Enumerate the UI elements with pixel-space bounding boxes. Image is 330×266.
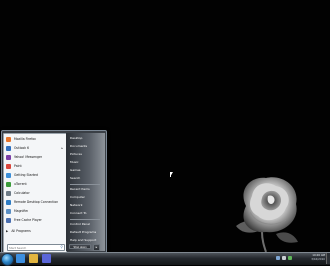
all-programs-button[interactable]: ▶ All Programs	[6, 228, 64, 234]
right-pane-item[interactable]: Pictures	[70, 151, 82, 157]
shutdown-options-arrow-icon[interactable]: ▸	[93, 244, 100, 251]
program-item[interactable]: uTorrent	[6, 181, 64, 188]
right-pane-item[interactable]: Games	[70, 167, 81, 173]
program-item[interactable]: Yahoo! Messenger	[6, 154, 64, 161]
menu-separator	[70, 219, 100, 220]
messenger-icon	[6, 155, 11, 160]
start-search-input[interactable]	[8, 245, 57, 250]
remote-desktop-icon	[6, 200, 11, 205]
right-pane-item[interactable]: Documents	[70, 143, 87, 149]
right-pane-item[interactable]: Connect To	[70, 210, 87, 216]
right-pane-item[interactable]: Control Panel	[70, 221, 90, 227]
right-pane-item[interactable]: Recent Items	[70, 186, 90, 192]
media-player-icon[interactable]	[42, 254, 51, 263]
program-item[interactable]: Outlook 6 ▸	[6, 145, 64, 152]
program-label: Free Cache Player	[14, 218, 42, 222]
paint-icon	[6, 164, 11, 169]
start-menu: Mozilla Firefox Outlook 6 ▸ Yahoo! Messenge…	[1, 130, 107, 254]
right-pane-item[interactable]: Help and Support	[70, 237, 96, 243]
arrow-right-icon: ▶	[6, 229, 9, 233]
magnifier-icon	[6, 209, 11, 214]
menu-separator	[70, 184, 100, 185]
submenu-arrow-icon[interactable]: ▸	[61, 146, 63, 151]
calculator-icon	[6, 191, 11, 196]
mouse-cursor	[170, 172, 173, 177]
program-label: Remote Desktop Connection	[14, 200, 59, 204]
shutdown-button[interactable]: Shut down	[69, 244, 91, 249]
network-icon[interactable]	[276, 256, 280, 260]
player-icon	[6, 218, 11, 223]
internet-explorer-icon[interactable]	[16, 254, 25, 263]
right-pane-item[interactable]: Default Programs	[70, 229, 96, 235]
windows-explorer-icon[interactable]	[29, 254, 38, 263]
outlook-icon	[6, 146, 11, 151]
program-label: Outlook 6	[14, 146, 29, 150]
taskbar: 10:26 AM 3/16/2010	[0, 252, 330, 266]
program-label: Paint	[14, 164, 22, 168]
search-icon[interactable]: ⚲	[61, 245, 63, 250]
program-item[interactable]: Mozilla Firefox	[6, 136, 64, 143]
program-item[interactable]: Free Cache Player	[6, 217, 64, 224]
program-label: Magnifier	[14, 209, 29, 213]
program-label: uTorrent	[14, 182, 27, 186]
right-pane-item[interactable]: Search	[70, 175, 80, 181]
start-menu-right-pane: Desktop Documents Pictures Music Games Search…	[66, 133, 105, 251]
utorrent-icon	[6, 182, 11, 187]
program-item[interactable]: Calculator	[6, 190, 64, 197]
all-programs-label: All Programs	[11, 228, 31, 233]
program-item[interactable]: Magnifier	[6, 208, 64, 215]
clock-date[interactable]: 3/16/2010	[311, 258, 325, 261]
right-pane-item[interactable]: Computer	[70, 194, 85, 200]
program-label: Getting Started	[14, 173, 38, 177]
right-pane-item[interactable]: Network	[70, 202, 83, 208]
program-label: Mozilla Firefox	[14, 137, 36, 141]
start-search-box[interactable]: ⚲	[7, 244, 65, 251]
volume-icon[interactable]	[282, 256, 286, 260]
programs-pane: Mozilla Firefox Outlook 6 ▸ Yahoo! Messenge…	[3, 133, 67, 253]
program-label: Yahoo! Messenger	[14, 155, 43, 159]
program-item[interactable]: Paint	[6, 163, 64, 170]
program-item[interactable]: Remote Desktop Connection	[6, 199, 64, 206]
program-item[interactable]: Getting Started	[6, 172, 64, 179]
system-tray: 10:26 AM 3/16/2010	[260, 253, 330, 264]
getting-started-icon	[6, 173, 11, 178]
show-desktop-button[interactable]	[326, 253, 330, 264]
right-pane-item[interactable]: Desktop	[70, 135, 82, 141]
right-pane-item[interactable]: Music	[70, 159, 79, 165]
firefox-icon	[6, 137, 11, 142]
program-label: Calculator	[14, 191, 30, 195]
security-icon[interactable]	[288, 256, 292, 260]
start-button[interactable]	[1, 253, 14, 266]
